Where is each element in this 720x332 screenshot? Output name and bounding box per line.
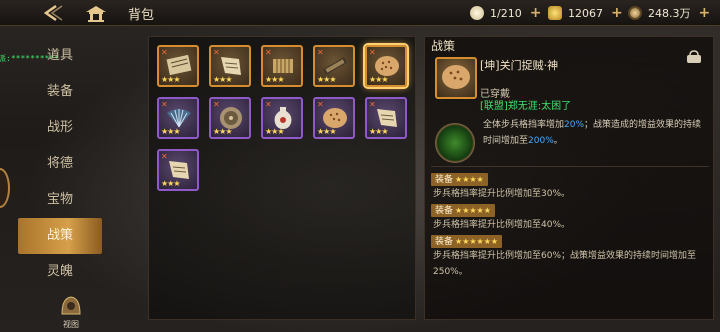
resource-food: 1/210 +: [470, 4, 541, 22]
grid-item[interactable]: ✕ ★★★: [157, 149, 199, 191]
grid-item[interactable]: ✕ ★★★: [209, 45, 251, 87]
star-rating: ★★★: [265, 127, 284, 136]
grid-item-selected[interactable]: ✕ ★★★: [365, 45, 407, 87]
nav-item-treasure[interactable]: 宝物: [18, 182, 102, 218]
equipped-mark-icon: ✕: [317, 100, 324, 109]
equipped-mark-icon: ✕: [213, 48, 220, 57]
nav-item-strategy[interactable]: 战策: [18, 218, 102, 254]
equipped-mark-icon: ✕: [369, 100, 376, 109]
equipped-mark-icon: ✕: [265, 48, 272, 57]
tier-title: 装备 ★★★★: [431, 173, 488, 186]
tier-stars: ★★★★: [455, 175, 484, 184]
resource-gold-value: 12067: [568, 6, 603, 20]
star-rating: ★★★: [317, 127, 336, 136]
page-title: 背包: [128, 8, 155, 23]
effect-description: 全体步兵格挡率增加20%；战策造成的增益效果的持续时间增加至200%。: [483, 117, 709, 149]
equipped-mark-icon: ✕: [161, 152, 168, 161]
resource-food-value: 1/210: [490, 6, 522, 20]
equipped-mark-icon: ✕: [161, 48, 168, 57]
star-rating: ★★★: [161, 179, 180, 188]
tier-title-label: 装备: [435, 237, 454, 247]
grid-item[interactable]: ✕ ★★★: [365, 97, 407, 139]
nav-item-items[interactable]: 道具: [18, 38, 102, 74]
item-grid: ✕ ★★★ ✕ ★★★ ✕ ★★★ ✕ ★★★ ✕ ★★★ ✕ ★★★ ✕ ★★…: [148, 36, 416, 320]
grid-item[interactable]: ✕ ★★★: [157, 97, 199, 139]
helmet-icon: [61, 296, 81, 315]
star-rating: ★★★: [369, 75, 388, 84]
gold-ingot-icon: [548, 6, 562, 20]
category-nav: 道具 装备 战形 将德 宝物 战策 灵魄: [18, 38, 102, 290]
grid-item[interactable]: ✕ ★★★: [313, 45, 355, 87]
view-button-label: 视图: [63, 320, 79, 329]
grid-item[interactable]: ✕ ★★★: [157, 45, 199, 87]
resource-copper: 248.3万 +: [628, 4, 710, 22]
back-button[interactable]: [40, 3, 66, 23]
tier-stars: ★★★★★: [455, 206, 491, 215]
effect-text-part: 。: [553, 136, 563, 146]
alliance-chat-line: [联盟]郑无涯:太困了: [480, 101, 572, 112]
grid-item[interactable]: ✕ ★★★: [261, 45, 303, 87]
effect-icon: [435, 123, 475, 163]
add-gold-button[interactable]: +: [611, 5, 623, 21]
tier-title: 装备 ★★★★★: [431, 204, 495, 217]
item-name: [坤]关门捉贼·神: [480, 59, 559, 72]
lock-icon: [687, 50, 701, 63]
nav-item-virtue[interactable]: 将德: [18, 146, 102, 182]
tier-text: 步兵格挡率提升比例增加至30%。: [433, 189, 571, 199]
star-rating: ★★★: [213, 127, 232, 136]
star-rating: ★★★: [369, 127, 388, 136]
add-copper-button[interactable]: +: [699, 5, 711, 21]
resource-gold: 12067 +: [548, 4, 623, 22]
resource-copper-value: 248.3万: [648, 7, 691, 20]
equipped-mark-icon: ✕: [317, 48, 324, 57]
add-food-button[interactable]: +: [530, 5, 542, 21]
star-rating: ★★★: [265, 75, 284, 84]
equipped-mark-icon: ✕: [161, 100, 168, 109]
effect-value: 20%: [564, 120, 585, 130]
nav-item-soul[interactable]: 灵魄: [18, 254, 102, 290]
grid-item[interactable]: ✕ ★★★: [313, 97, 355, 139]
view-button[interactable]: 视图: [56, 292, 86, 329]
turtle-shell-icon: [442, 65, 470, 89]
detail-header: 战策: [431, 39, 456, 53]
effect-text-part: 全体步兵格挡率增加: [483, 120, 565, 130]
top-bar: 背包 1/210 + 12067 + 248.3万 +: [0, 0, 720, 26]
tier-title-label: 装备: [435, 206, 454, 216]
star-rating: ★★★: [317, 75, 336, 84]
equipped-mark-icon: ✕: [369, 48, 376, 57]
star-rating: ★★★: [161, 75, 180, 84]
divider: [431, 166, 709, 167]
grid-item[interactable]: ✕ ★★★: [261, 97, 303, 139]
copper-coin-icon: [628, 6, 642, 20]
equipped-mark-icon: ✕: [265, 100, 272, 109]
tier-stars: ★★★★★★: [455, 237, 499, 246]
nav-item-equipment[interactable]: 装备: [18, 74, 102, 110]
palace-icon: [86, 6, 106, 22]
nav-item-formation[interactable]: 战形: [18, 110, 102, 146]
home-button[interactable]: [84, 3, 108, 23]
lock-button[interactable]: [683, 49, 705, 63]
tier-text: 步兵格挡率提升比例增加至40%。: [433, 220, 571, 230]
grid-item[interactable]: ✕ ★★★: [209, 97, 251, 139]
detail-item-icon: [435, 57, 477, 99]
arrow-left-icon: [43, 4, 63, 22]
equipped-mark-icon: ✕: [213, 100, 220, 109]
tier-title-label: 装备: [435, 175, 454, 185]
tier-title: 装备 ★★★★★★: [431, 235, 503, 248]
effect-value: 200%: [528, 136, 554, 146]
detail-panel: 战策 [坤]关门捉贼·神 已穿戴 [联盟]郑无涯:太困了 全体步兵格挡率增加20…: [424, 36, 714, 320]
rice-bowl-icon: [470, 6, 484, 20]
star-rating: ★★★: [161, 127, 180, 136]
star-rating: ★★★: [213, 75, 232, 84]
tier-text: 步兵格挡率提升比例增加至60%；战策增益效果的持续时间增加至250%。: [433, 251, 697, 277]
